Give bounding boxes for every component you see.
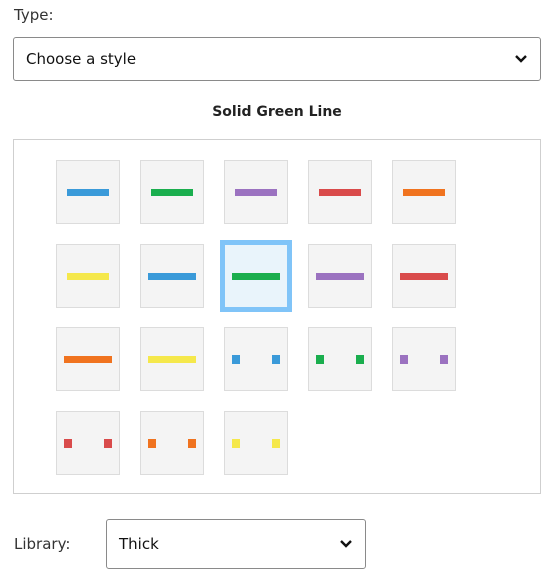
selected-style-title: Solid Green Line: [212, 104, 342, 120]
dash-segment: [188, 438, 196, 448]
dash-segment: [272, 438, 280, 448]
swatch-dashed-blue-line[interactable]: [224, 327, 288, 391]
swatch-dashed-green-line[interactable]: [308, 327, 372, 391]
solid-green-line-preview: [151, 188, 193, 196]
swatch-solid-purple-line-long[interactable]: [308, 244, 372, 308]
solid-purple-line-preview: [235, 188, 277, 196]
solid-blue-line-long-preview: [148, 272, 196, 280]
type-select-value: Choose a style: [26, 50, 137, 68]
type-label: Type:: [14, 6, 54, 24]
dash-segment: [440, 354, 448, 364]
swatch-solid-red-line[interactable]: [308, 160, 372, 224]
dash-segment: [356, 354, 364, 364]
solid-blue-line-preview: [67, 188, 109, 196]
dashed-green-line-preview: [316, 354, 364, 364]
solid-yellow-line-preview: [67, 272, 109, 280]
type-select[interactable]: Choose a style: [13, 37, 541, 81]
dashed-purple-line-preview: [400, 354, 448, 364]
swatch-solid-yellow-line[interactable]: [56, 244, 120, 308]
solid-purple-line-long-preview: [316, 272, 364, 280]
swatch-solid-green-line-long[interactable]: [220, 240, 292, 312]
swatch-solid-blue-line[interactable]: [56, 160, 120, 224]
dashed-blue-line-preview: [232, 354, 280, 364]
library-select-value: Thick: [119, 535, 159, 553]
swatch-dashed-red-line[interactable]: [56, 411, 120, 475]
library-select[interactable]: Thick: [106, 519, 366, 569]
solid-yellow-line-long-preview: [148, 355, 196, 363]
swatch-solid-red-line-long[interactable]: [392, 244, 456, 308]
solid-orange-line-long-preview: [64, 355, 112, 363]
dash-segment: [148, 438, 156, 448]
style-palette: [13, 139, 541, 494]
dash-segment: [232, 354, 240, 364]
library-label: Library:: [14, 535, 71, 553]
chevron-down-icon: [339, 537, 353, 551]
solid-green-line-long-preview: [232, 272, 280, 280]
solid-orange-line-preview: [403, 188, 445, 196]
swatch-solid-purple-line[interactable]: [224, 160, 288, 224]
dash-segment: [316, 354, 324, 364]
dash-segment: [272, 354, 280, 364]
chevron-down-icon: [514, 52, 528, 66]
dash-segment: [104, 438, 112, 448]
swatch-solid-blue-line-long[interactable]: [140, 244, 204, 308]
dash-segment: [232, 438, 240, 448]
swatch-dashed-purple-line[interactable]: [392, 327, 456, 391]
dashed-orange-line-preview: [148, 438, 196, 448]
swatch-solid-green-line[interactable]: [140, 160, 204, 224]
swatch-solid-orange-line[interactable]: [392, 160, 456, 224]
dashed-yellow-line-preview: [232, 438, 280, 448]
dash-segment: [64, 438, 72, 448]
dashed-red-line-preview: [64, 438, 112, 448]
swatch-dashed-yellow-line[interactable]: [224, 411, 288, 475]
swatch-solid-yellow-line-long[interactable]: [140, 327, 204, 391]
swatch-solid-orange-line-long[interactable]: [56, 327, 120, 391]
swatch-dashed-orange-line[interactable]: [140, 411, 204, 475]
solid-red-line-long-preview: [400, 272, 448, 280]
dash-segment: [400, 354, 408, 364]
solid-red-line-preview: [319, 188, 361, 196]
